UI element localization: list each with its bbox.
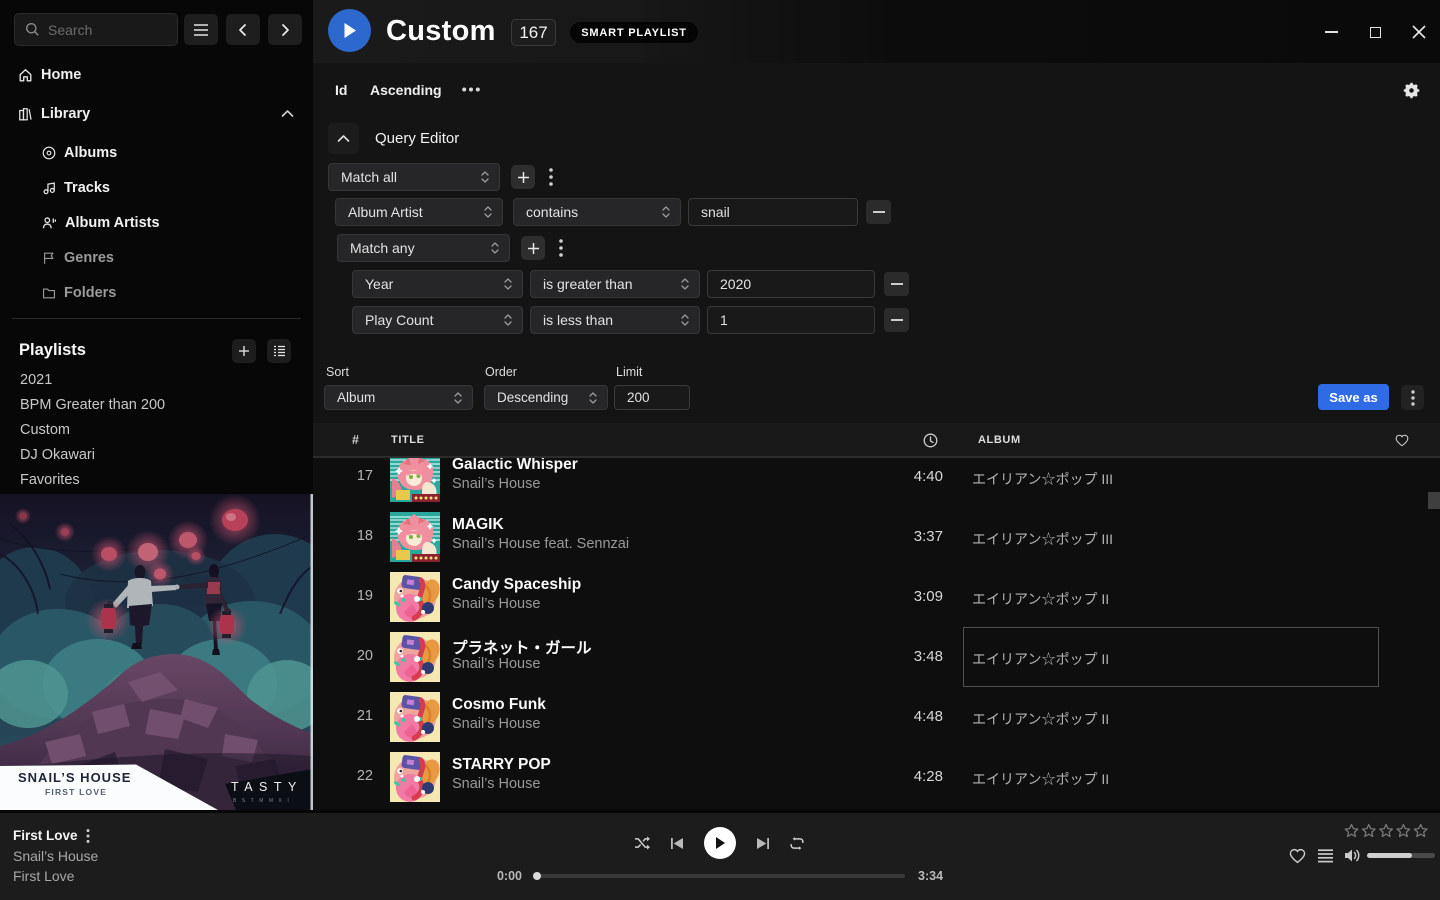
svg-text:TASTY: TASTY <box>231 780 303 794</box>
svg-text:FIRST LOVE: FIRST LOVE <box>45 787 107 797</box>
svg-text:SNAIL’S HOUSE: SNAIL’S HOUSE <box>18 770 131 785</box>
svg-text:BSTMMXI: BSTMMXI <box>233 798 294 804</box>
